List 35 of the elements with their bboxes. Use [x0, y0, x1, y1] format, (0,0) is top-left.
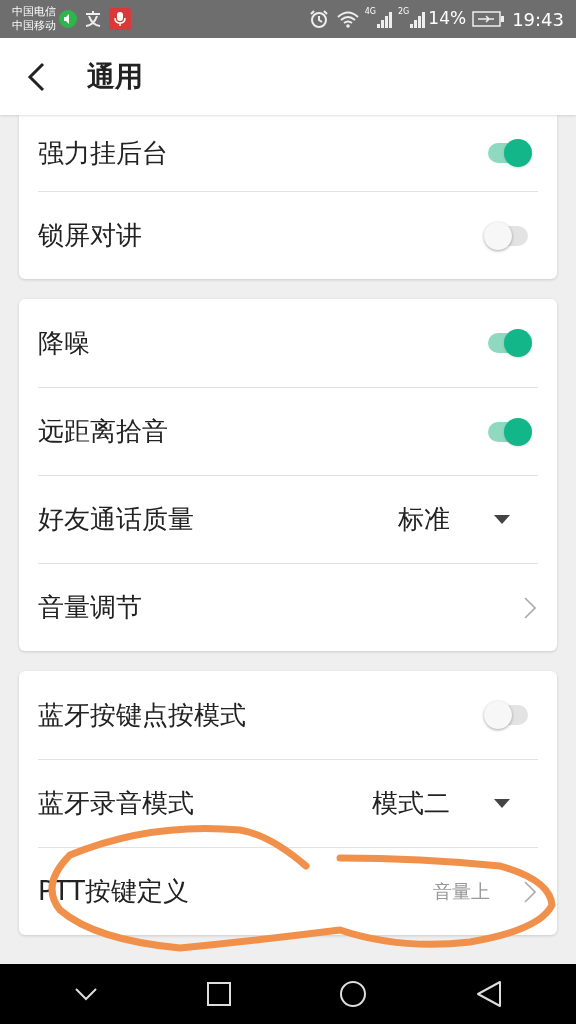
- chevron-right-icon[interactable]: [524, 880, 536, 903]
- translate-icon: [83, 10, 103, 28]
- setting-label: 蓝牙按键点按模式: [38, 698, 246, 732]
- home-icon[interactable]: [339, 980, 368, 1008]
- battery-charging-icon: [472, 11, 505, 27]
- network-type: 2G: [398, 6, 410, 18]
- setting-label: 音量调节: [38, 591, 142, 624]
- alarm-icon: [308, 9, 329, 29]
- network-type: 4G: [364, 6, 377, 18]
- setting-label: 降噪: [38, 326, 90, 360]
- signal-icon: [409, 10, 426, 28]
- setting-label: 锁屏对讲: [38, 219, 142, 252]
- back-icon[interactable]: [27, 61, 45, 92]
- wifi-icon: [336, 10, 359, 28]
- signal-icon: [376, 10, 393, 28]
- clock: 19:43: [512, 7, 564, 32]
- caret-icon: [494, 515, 510, 524]
- setting-label: 远距离拾音: [38, 415, 168, 448]
- dropdown[interactable]: 模式二: [372, 784, 510, 823]
- caret-icon: [494, 799, 510, 808]
- back-triangle-icon[interactable]: [475, 980, 502, 1008]
- setting-label: 好友通话质量: [38, 503, 194, 536]
- dropdown[interactable]: 标准: [398, 500, 510, 539]
- square-icon[interactable]: [206, 982, 231, 1006]
- speaker-icon: [59, 10, 77, 28]
- chevron-right-icon[interactable]: [524, 596, 536, 619]
- microphone-icon: [109, 8, 131, 30]
- setting-label: 强力挂后台: [38, 136, 168, 170]
- page-title: 通用: [87, 58, 143, 95]
- carrier-name: 中国电信: [12, 5, 56, 19]
- setting-value: 音量上: [433, 879, 490, 905]
- battery-percent: 14%: [428, 7, 467, 31]
- carrier-name: 中国移动: [12, 19, 56, 33]
- setting-label: 蓝牙录音模式: [38, 787, 194, 820]
- chevron-down-icon[interactable]: [74, 987, 99, 1001]
